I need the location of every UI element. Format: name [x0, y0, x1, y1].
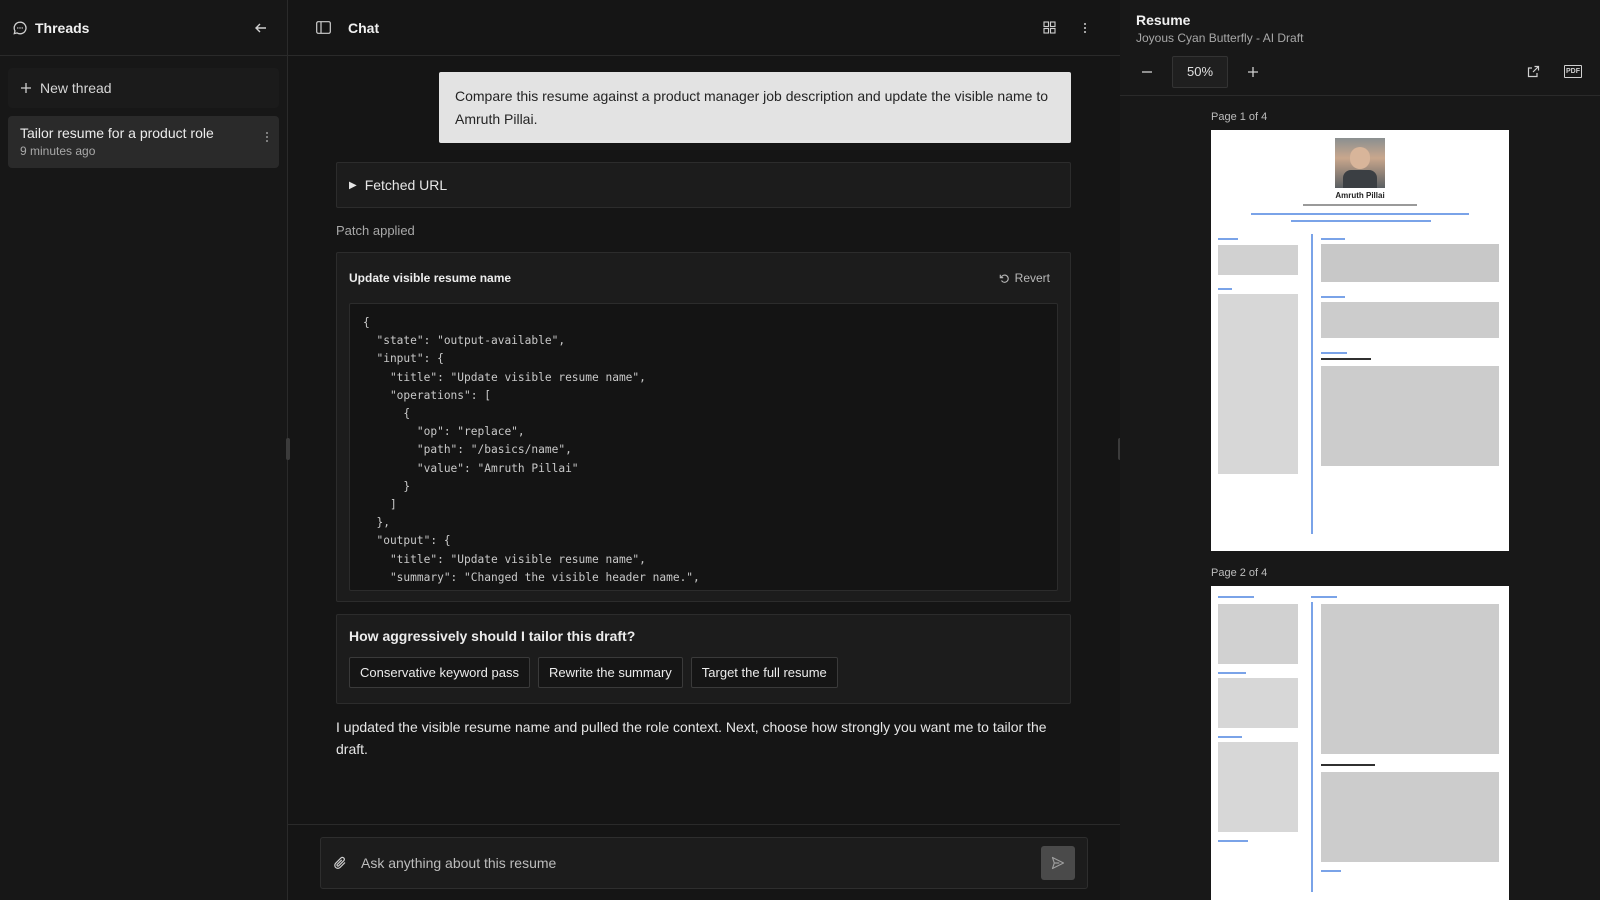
patch-code: { "state": "output-available", "input": … — [363, 316, 700, 584]
left-resize-handle[interactable] — [286, 438, 290, 460]
sidebar-icon — [315, 21, 331, 34]
resume-name: Amruth Pillai — [1335, 191, 1385, 200]
page-label: Page 2 of 4 — [1211, 567, 1268, 579]
plus-icon — [1248, 66, 1258, 77]
user-message: Compare this resume against a product ma… — [439, 72, 1071, 143]
external-link-icon — [1527, 65, 1539, 78]
chat-more-button[interactable] — [1072, 15, 1098, 41]
chat-panel: Chat Compare this resume against a produ… — [286, 0, 1122, 900]
profile-photo — [1335, 138, 1385, 188]
fetched-url-toggle[interactable]: ▶ Fetched URL — [336, 162, 1071, 208]
resume-panel: Resume Joyous Cyan Butterfly - AI Draft … — [1120, 0, 1600, 900]
send-icon — [1051, 856, 1065, 870]
revert-button[interactable]: Revert — [999, 271, 1058, 285]
chat-input[interactable] — [361, 855, 1041, 871]
more-vertical-icon — [1084, 22, 1086, 33]
zoom-out-button[interactable] — [1134, 59, 1160, 85]
plus-icon — [21, 83, 31, 93]
page-label: Page 1 of 4 — [1211, 111, 1268, 123]
threads-header: Threads — [0, 0, 287, 56]
toggle-sidebar-button[interactable] — [310, 15, 336, 41]
resume-subtitle: Joyous Cyan Butterfly - AI Draft — [1136, 31, 1304, 45]
resume-toolbar: 50% PDF — [1120, 48, 1600, 96]
resume-title: Resume — [1136, 12, 1191, 28]
new-thread-label: New thread — [40, 80, 112, 96]
threads-sidebar: Threads New thread Tailor resume for a p… — [0, 0, 288, 900]
paperclip-icon — [334, 856, 346, 869]
chat-title: Chat — [348, 19, 380, 36]
more-vertical-icon — [266, 132, 268, 142]
new-thread-button[interactable]: New thread — [8, 68, 279, 108]
patch-status-label: Patch applied — [336, 223, 415, 238]
thread-timestamp: 9 minutes ago — [20, 144, 96, 158]
choice-rewrite-summary-button[interactable]: Rewrite the summary — [537, 657, 683, 688]
zoom-in-button[interactable] — [1240, 59, 1266, 85]
chat-bubble-icon — [13, 21, 27, 35]
grid-icon — [1042, 21, 1056, 34]
open-external-button[interactable] — [1520, 59, 1546, 85]
resume-page-preview[interactable]: Amruth Pillai — [1211, 130, 1509, 551]
thread-title: Tailor resume for a product role — [20, 125, 214, 141]
choice-full-resume-button[interactable]: Target the full resume — [690, 657, 838, 688]
assistant-message: I updated the visible resume name and pu… — [336, 719, 1047, 757]
thread-item[interactable]: Tailor resume for a product role 9 minut… — [8, 116, 279, 168]
send-button[interactable] — [1041, 846, 1075, 880]
download-pdf-button[interactable]: PDF — [1560, 59, 1586, 85]
triangle-right-icon: ▶ — [349, 179, 357, 191]
patch-card: Update visible resume name Revert { "sta… — [336, 252, 1071, 602]
minus-icon — [1142, 70, 1152, 73]
choice-conservative-button[interactable]: Conservative keyword pass — [349, 657, 530, 688]
layout-grid-button[interactable] — [1036, 15, 1062, 41]
resume-header: Resume Joyous Cyan Butterfly - AI Draft — [1120, 0, 1600, 48]
resume-page-preview[interactable] — [1211, 586, 1509, 900]
composer-area — [288, 824, 1120, 900]
thread-more-button[interactable] — [265, 130, 269, 144]
patch-title: Update visible resume name — [349, 271, 512, 285]
collapse-sidebar-button[interactable] — [248, 15, 274, 41]
arrow-left-icon — [255, 23, 266, 32]
pdf-icon: PDF — [1564, 65, 1582, 78]
threads-title: Threads — [35, 19, 90, 36]
question-text: How aggressively should I tailor this dr… — [349, 628, 636, 644]
zoom-level[interactable]: 50% — [1172, 55, 1228, 88]
composer — [320, 837, 1088, 889]
tailoring-question: How aggressively should I tailor this dr… — [336, 614, 1071, 704]
patch-code-block: { "state": "output-available", "input": … — [349, 303, 1058, 591]
chat-header: Chat — [288, 0, 1120, 56]
attach-button[interactable] — [333, 856, 347, 871]
revert-label: Revert — [1014, 271, 1050, 285]
undo-icon — [999, 274, 1009, 283]
fetched-url-label: Fetched URL — [364, 177, 448, 193]
